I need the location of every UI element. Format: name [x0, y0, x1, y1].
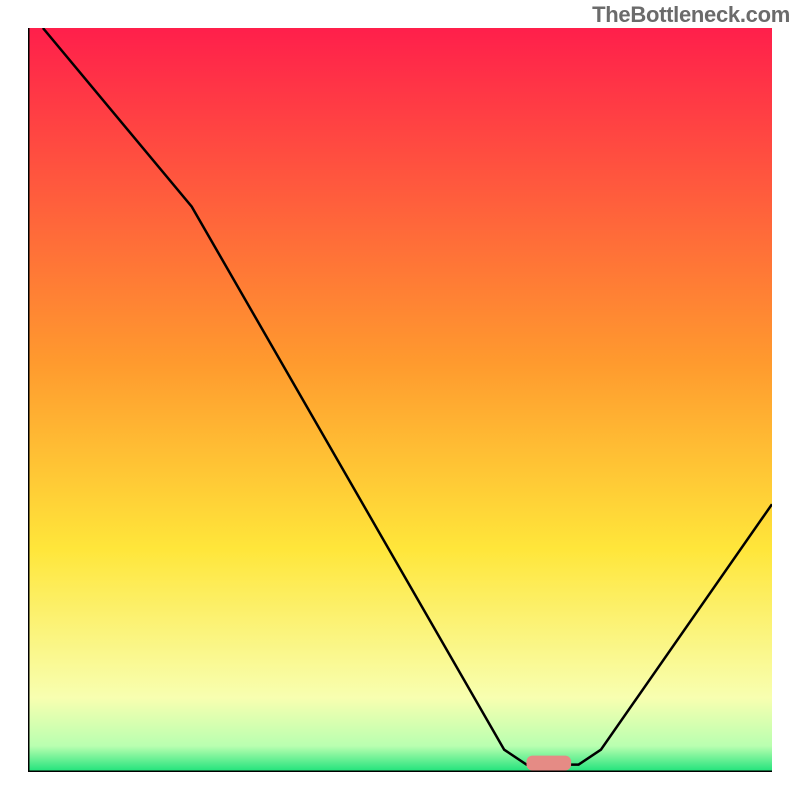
gradient-background [28, 28, 772, 772]
bottleneck-chart [28, 28, 772, 772]
chart-container [28, 28, 772, 772]
watermark-text: TheBottleneck.com [592, 2, 790, 28]
highlight-marker [526, 756, 571, 771]
